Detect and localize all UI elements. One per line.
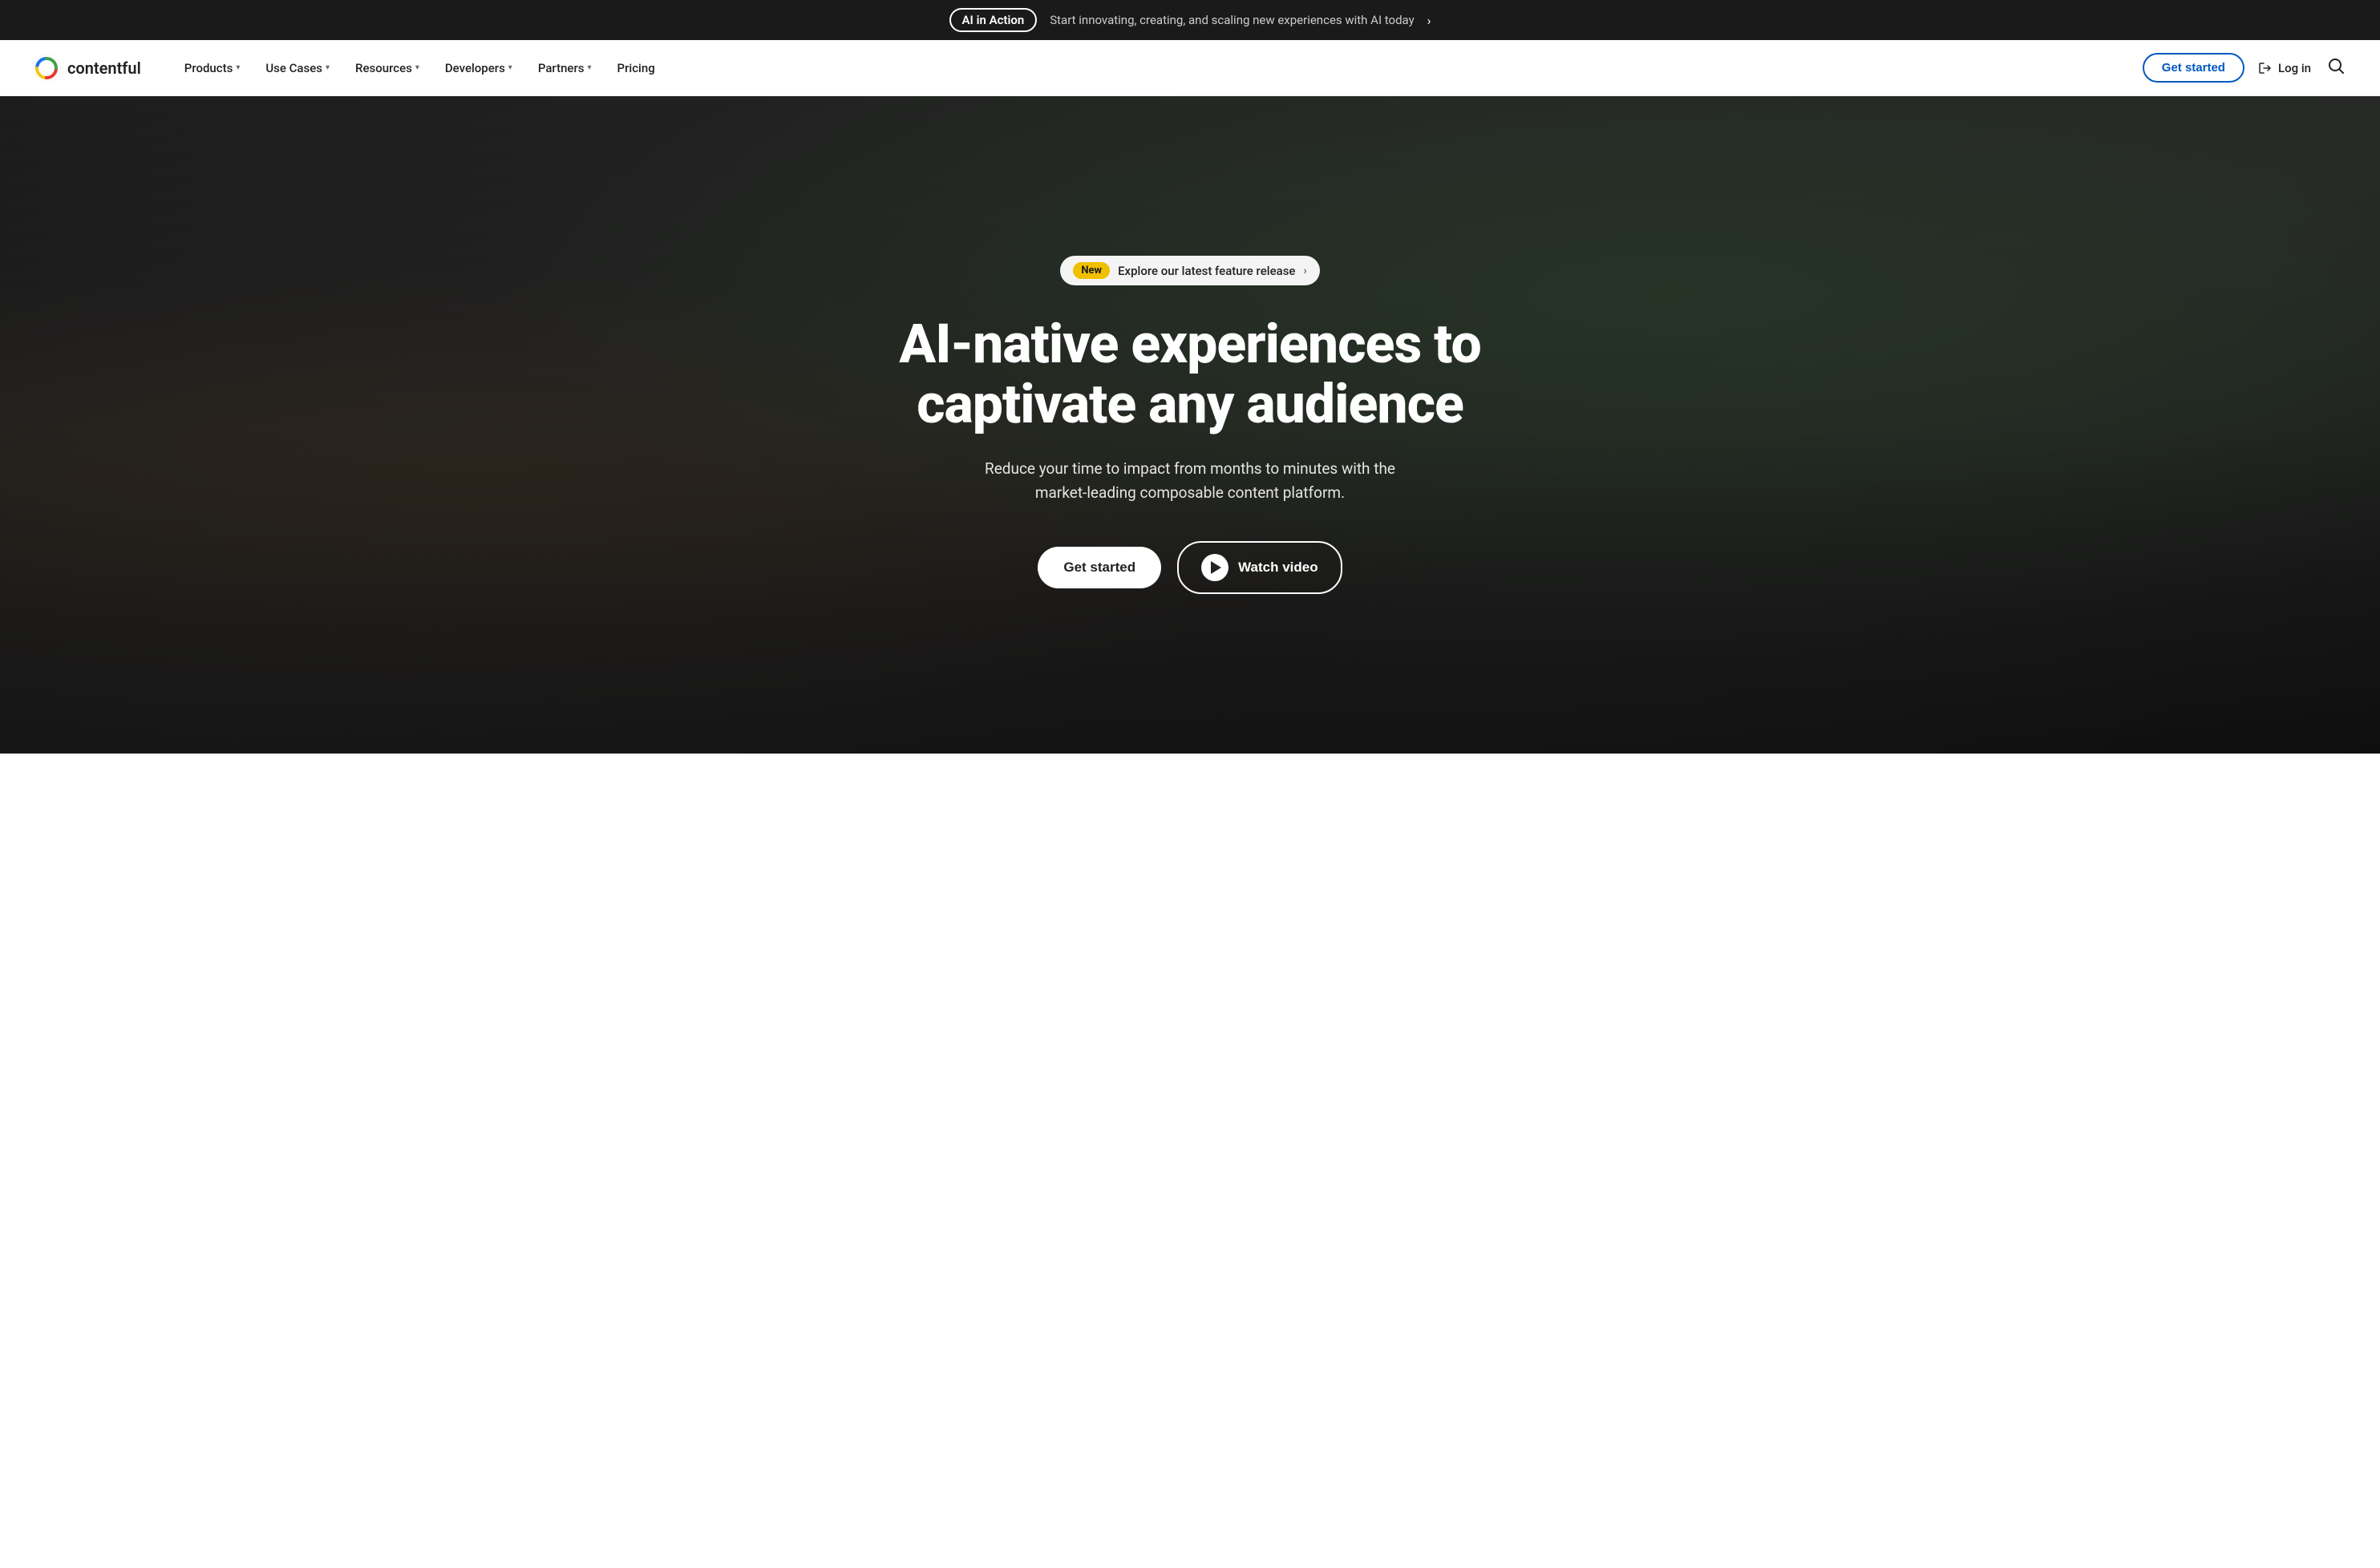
logo-icon (32, 54, 61, 83)
main-nav: Products ▾ Use Cases ▾ Resources ▾ Devel… (173, 55, 2143, 82)
hero-title: AI-native experiences to captivate any a… (885, 314, 1495, 434)
login-link[interactable]: Log in (2257, 60, 2311, 76)
chevron-down-icon: ▾ (508, 63, 512, 72)
logo[interactable]: contentful (32, 54, 141, 83)
get-started-button-hero[interactable]: Get started (1038, 547, 1161, 588)
chevron-down-icon: ▾ (587, 63, 591, 72)
hero-section: New Explore our latest feature release ›… (0, 96, 2380, 754)
new-feature-badge[interactable]: New Explore our latest feature release › (1060, 256, 1319, 285)
nav-item-products[interactable]: Products ▾ (173, 55, 252, 82)
search-icon (2327, 57, 2345, 75)
banner-text: Start innovating, creating, and scaling … (1050, 13, 1414, 27)
watch-video-label: Watch video (1238, 560, 1318, 576)
new-badge-text: Explore our latest feature release (1118, 264, 1295, 278)
ai-in-action-badge[interactable]: AI in Action (949, 8, 1038, 32)
login-label: Log in (2278, 61, 2311, 75)
chevron-down-icon: ▾ (415, 63, 419, 72)
nav-actions: Get started Log in (2143, 53, 2348, 83)
chevron-right-icon: › (1303, 265, 1306, 277)
chevron-down-icon: ▾ (326, 63, 330, 72)
nav-item-pricing[interactable]: Pricing (606, 55, 666, 82)
login-icon (2257, 60, 2273, 76)
header: contentful Products ▾ Use Cases ▾ Resour… (0, 40, 2380, 96)
new-label: New (1073, 262, 1110, 279)
search-button[interactable] (2324, 54, 2348, 83)
play-triangle (1211, 561, 1221, 574)
nav-item-partners[interactable]: Partners ▾ (527, 55, 603, 82)
hero-content: New Explore our latest feature release ›… (869, 256, 1511, 593)
chevron-down-icon: ▾ (236, 63, 240, 72)
top-banner: AI in Action Start innovating, creating,… (0, 0, 2380, 40)
banner-arrow: › (1427, 13, 1431, 28)
nav-item-resources[interactable]: Resources ▾ (344, 55, 431, 82)
hero-subtitle: Reduce your time to impact from months t… (965, 457, 1415, 506)
nav-item-use-cases[interactable]: Use Cases ▾ (254, 55, 341, 82)
nav-item-developers[interactable]: Developers ▾ (434, 55, 524, 82)
play-icon (1201, 554, 1228, 581)
logo-text: contentful (67, 59, 141, 78)
hero-buttons: Get started Watch video (885, 541, 1495, 594)
get-started-button-nav[interactable]: Get started (2143, 53, 2244, 83)
watch-video-button[interactable]: Watch video (1177, 541, 1342, 594)
